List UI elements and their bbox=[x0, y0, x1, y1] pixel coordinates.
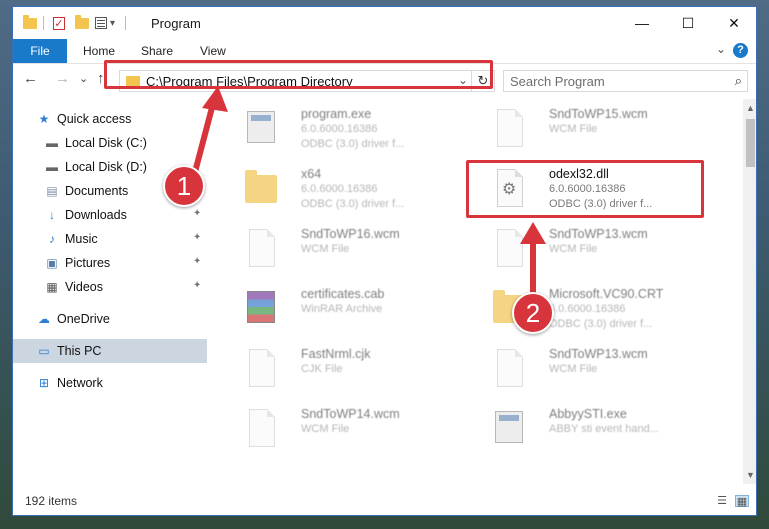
arrow-1-shaft bbox=[192, 97, 217, 175]
callout-arrows bbox=[192, 86, 546, 295]
arrow-2-head-icon bbox=[520, 222, 546, 244]
callout-2: 2 bbox=[512, 292, 554, 334]
arrow-1-head-icon bbox=[202, 86, 228, 112]
callout-1: 1 bbox=[163, 165, 205, 207]
